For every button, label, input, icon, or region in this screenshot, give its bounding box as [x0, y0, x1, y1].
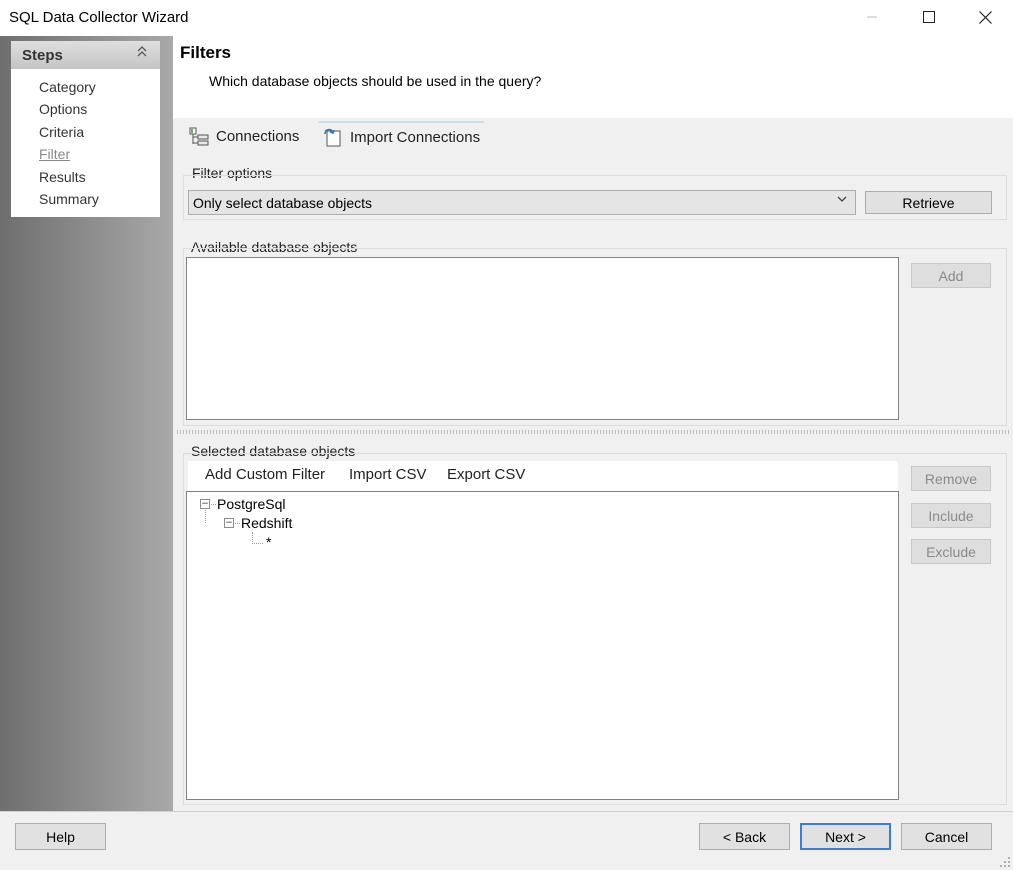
- window-title: SQL Data Collector Wizard: [9, 9, 189, 26]
- collapse-icon[interactable]: −: [224, 518, 234, 528]
- chevron-down-icon: [836, 193, 848, 208]
- add-button[interactable]: Add: [911, 263, 991, 288]
- tree-node-postgresql[interactable]: PostgreSql: [217, 496, 285, 512]
- cancel-button[interactable]: Cancel: [901, 823, 992, 850]
- close-icon: [979, 10, 992, 24]
- minimize-button[interactable]: [843, 0, 900, 34]
- minimize-icon: [866, 16, 877, 18]
- step-category[interactable]: Category: [39, 79, 96, 95]
- include-button[interactable]: Include: [911, 503, 991, 528]
- available-objects-list[interactable]: [186, 257, 899, 420]
- collapse-icon[interactable]: −: [200, 499, 210, 509]
- exclude-button[interactable]: Exclude: [911, 539, 991, 564]
- step-options[interactable]: Options: [39, 101, 87, 117]
- maximize-button[interactable]: [900, 0, 957, 34]
- tab-connections-label: Connections: [216, 127, 300, 145]
- page-subtitle: Which database objects should be used in…: [209, 73, 542, 89]
- back-button[interactable]: < Back: [699, 823, 790, 850]
- double-chevron-up-icon: [137, 46, 147, 57]
- step-summary[interactable]: Summary: [39, 191, 99, 207]
- tree-connector: [205, 510, 206, 523]
- export-csv-button[interactable]: Export CSV: [447, 466, 525, 483]
- steps-collapse-button[interactable]: [134, 45, 150, 63]
- resize-grip-icon[interactable]: [1000, 857, 1011, 868]
- tree-node-wildcard[interactable]: *: [266, 534, 271, 550]
- tree-connector: [252, 543, 263, 544]
- retrieve-button[interactable]: Retrieve: [865, 191, 992, 214]
- steps-title: Steps: [22, 47, 63, 64]
- connections-icon: [189, 127, 209, 146]
- add-custom-filter-button[interactable]: Add Custom Filter: [205, 466, 325, 483]
- help-button[interactable]: Help: [15, 823, 106, 850]
- selected-objects-tree[interactable]: [186, 491, 899, 800]
- next-button[interactable]: Next >: [800, 823, 891, 850]
- step-results[interactable]: Results: [39, 169, 86, 185]
- tree-connector: [211, 504, 216, 505]
- tab-connections[interactable]: Connections: [188, 121, 299, 151]
- step-criteria[interactable]: Criteria: [39, 124, 84, 140]
- tree-node-redshift[interactable]: Redshift: [241, 515, 292, 531]
- remove-button[interactable]: Remove: [911, 466, 991, 491]
- import-csv-button[interactable]: Import CSV: [349, 466, 427, 483]
- panel-splitter[interactable]: [177, 430, 1011, 434]
- tab-import-connections[interactable]: Import Connections: [318, 121, 485, 151]
- import-icon: [324, 128, 341, 147]
- tab-import-connections-label: Import Connections: [350, 128, 481, 146]
- filter-options-value: Only select database objects: [193, 195, 372, 211]
- step-filter[interactable]: Filter: [39, 146, 70, 162]
- page-title: Filters: [180, 43, 232, 62]
- footer-divider: [0, 811, 1013, 812]
- close-button[interactable]: [957, 0, 1013, 34]
- maximize-icon: [922, 11, 935, 23]
- tree-connector: [235, 523, 240, 524]
